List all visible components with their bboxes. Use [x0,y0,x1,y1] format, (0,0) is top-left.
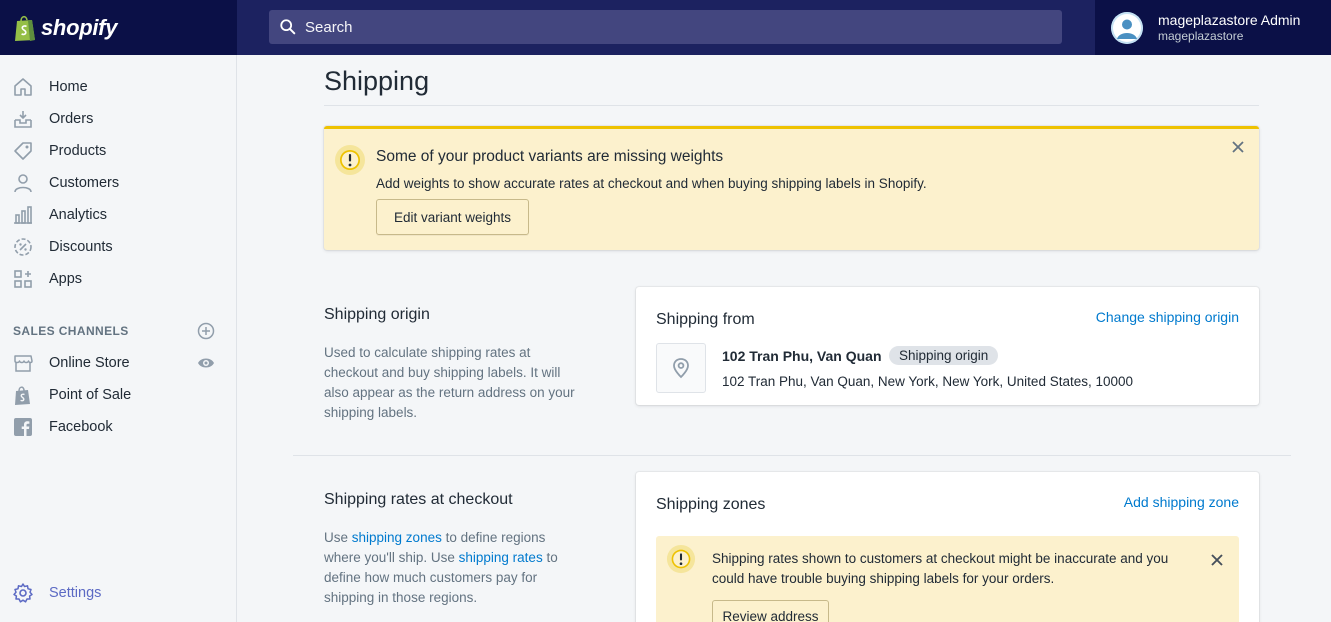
brand-name: shopify [41,14,118,40]
banner-text: Add weights to show accurate rates at ch… [376,176,927,191]
sidebar-item-customers[interactable]: Customers [0,167,236,199]
page-title: Shipping [324,66,430,96]
location-pin-icon [673,358,689,379]
shipping-zones-card: Shipping zones Add shipping zone Shippin… [636,472,1259,622]
sidebar-item-label: Facebook [49,419,113,435]
sidebar-item-label: Home [49,79,88,95]
sidebar-item-label: Online Store [49,355,130,371]
eye-icon[interactable] [197,354,215,372]
card-title: Shipping zones [656,496,766,513]
sidebar-item-label: Point of Sale [49,387,132,403]
user-info: mageplazastore Admin mageplazastore [1158,12,1300,43]
shipping-rates-link[interactable]: shipping rates [459,550,543,565]
sidebar-item-settings[interactable]: Settings [0,577,236,609]
sidebar: Home Orders Products Customers Analytics… [0,55,237,622]
zones-warning-text: Shipping rates shown to customers at che… [712,551,1169,586]
facebook-icon [14,418,32,436]
tag-icon [14,142,32,160]
store-icon [14,355,33,372]
sidebar-item-apps[interactable]: Apps [0,263,236,295]
shipping-rates-description: Use shipping zones to define regions whe… [324,528,584,608]
add-shipping-zone-link[interactable]: Add shipping zone [1124,494,1239,510]
apps-icon [14,270,32,288]
location-thumbnail [656,343,706,393]
sidebar-item-label: Apps [49,271,83,287]
sidebar-item-facebook[interactable]: Facebook [0,411,236,443]
shipping-from-card: Shipping from Change shipping origin 102… [636,287,1259,405]
discount-icon [14,238,32,256]
orders-icon [14,111,32,128]
sidebar-item-products[interactable]: Products [0,135,236,167]
add-channel-icon[interactable] [197,322,215,340]
warning-icon [666,544,696,574]
title-divider [324,105,1259,106]
pos-icon [15,386,30,405]
user-store: mageplazastore [1158,29,1244,43]
sidebar-item-home[interactable]: Home [0,71,236,103]
section-divider [293,455,1291,456]
search-placeholder: Search [305,18,353,36]
shipping-zones-link[interactable]: shipping zones [352,530,442,545]
sidebar-item-label: Settings [49,585,102,601]
search-input[interactable]: Search [269,10,1062,44]
search-icon [280,19,296,35]
sidebar-item-label: Orders [49,111,94,127]
shipping-origin-description: Used to calculate shipping rates at chec… [324,345,575,420]
shopify-bag-icon [15,15,35,41]
shipping-rates-heading: Shipping rates at checkout [324,491,513,508]
top-bar: shopify Search mageplazastore Admin mage… [0,0,1331,55]
avatar [1111,11,1143,44]
sidebar-item-label: Products [49,143,107,159]
sales-channels-header: SALES CHANNELS [13,324,129,338]
avatar-person-icon [1111,11,1143,44]
zones-warning-banner: Shipping rates shown to customers at che… [656,536,1239,622]
sidebar-item-analytics[interactable]: Analytics [0,199,236,231]
sidebar-item-label: Analytics [49,207,108,223]
sidebar-item-label: Customers [49,175,120,191]
shipping-origin-heading: Shipping origin [324,306,430,323]
sidebar-item-orders[interactable]: Orders [0,103,236,135]
sidebar-item-discounts[interactable]: Discounts [0,231,236,263]
edit-variant-weights-button[interactable]: Edit variant weights [376,199,529,235]
card-title: Shipping from [656,311,755,328]
missing-weights-banner: Some of your product variants are missin… [324,126,1259,250]
user-name: mageplazastore Admin [1158,12,1301,28]
close-icon[interactable] [1231,140,1245,154]
desc-text: Use [324,530,352,545]
bar-chart-icon [14,206,32,224]
location-address: 102 Tran Phu, Van Quan, New York, New Yo… [722,374,1134,389]
warning-icon [335,145,365,175]
banner-title: Some of your product variants are missin… [376,148,724,165]
gear-icon [13,583,33,603]
shipping-origin-badge: Shipping origin [889,346,999,365]
close-icon[interactable] [1210,553,1224,567]
home-icon [14,78,32,96]
user-menu[interactable]: mageplazastore Admin mageplazastore [1095,0,1331,55]
change-shipping-origin-link[interactable]: Change shipping origin [1096,309,1239,325]
review-address-button[interactable]: Review address [712,600,829,622]
person-icon [14,174,32,193]
sidebar-item-label: Discounts [49,239,113,255]
brand-logo[interactable]: shopify [0,0,237,55]
location-name: 102 Tran Phu, Van Quan [722,348,882,364]
sidebar-item-point-of-sale[interactable]: Point of Sale [0,379,236,411]
